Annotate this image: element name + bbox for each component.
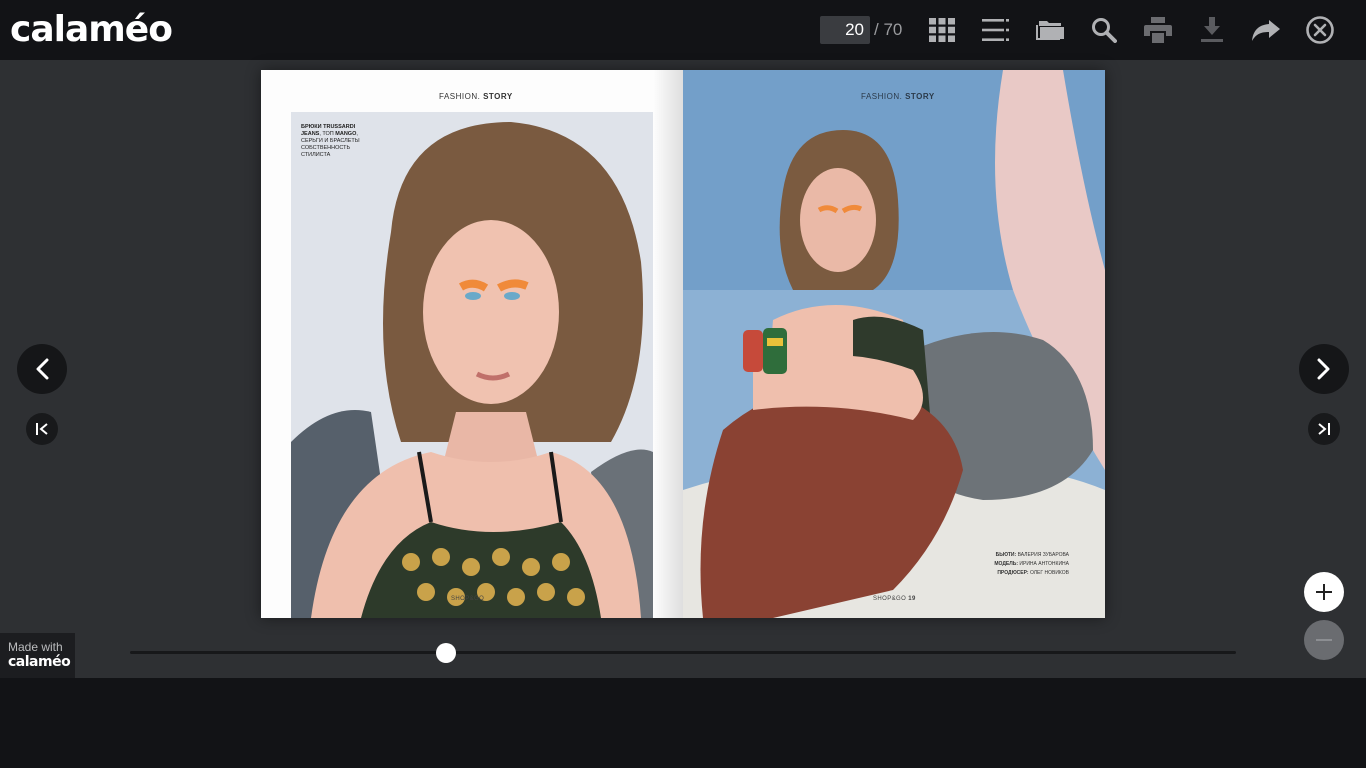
plus-icon bbox=[1316, 584, 1332, 600]
top-toolbar: calaméo / 70 bbox=[0, 0, 1366, 60]
right-page-credits: БЬЮТИ: ВАЛЕРИЯ ЗУБАРОВА МОДЕЛЬ: ИРИНА АН… bbox=[994, 551, 1069, 578]
list-icon bbox=[982, 19, 1009, 41]
left-page[interactable]: FASHION. STORY БРЮКИ TRUSSARDI JEANS, ТО… bbox=[261, 70, 683, 618]
close-icon bbox=[1306, 16, 1334, 44]
made-with-logo: calaméo bbox=[8, 654, 71, 670]
model-seated-image bbox=[683, 70, 1105, 618]
download-icon bbox=[1201, 17, 1223, 42]
close-viewer-button[interactable] bbox=[1302, 12, 1338, 48]
print-icon bbox=[1144, 17, 1172, 43]
credit-line: МОДЕЛЬ: ИРИНА АНТОНКИНА bbox=[994, 561, 1069, 567]
search-icon bbox=[1092, 18, 1117, 43]
credit-line: БЬЮТИ: ВАЛЕРИЯ ЗУБАРОВА bbox=[995, 552, 1069, 558]
minus-icon bbox=[1316, 639, 1332, 641]
chevron-left-icon bbox=[36, 358, 49, 380]
left-page-header: FASHION. STORY bbox=[439, 92, 513, 101]
library-button[interactable] bbox=[1032, 12, 1068, 48]
grid-icon bbox=[929, 18, 955, 42]
made-with-label: Made with bbox=[8, 640, 63, 654]
left-page-photo: БРЮКИ TRUSSARDI JEANS, ТОП MANGO, СЕРЬГИ… bbox=[291, 112, 653, 618]
right-page[interactable]: FASHION. STORY БЬЮТИ: ВАЛЕРИЯ ЗУБАРОВА М… bbox=[683, 70, 1105, 618]
folder-icon bbox=[1036, 21, 1064, 40]
calameo-logo[interactable]: calaméo bbox=[10, 8, 173, 52]
zoom-in-button[interactable] bbox=[1304, 572, 1344, 612]
left-page-credit: БРЮКИ TRUSSARDI JEANS, ТОП MANGO, СЕРЬГИ… bbox=[301, 124, 360, 158]
share-button[interactable] bbox=[1248, 12, 1284, 48]
share-icon bbox=[1252, 20, 1280, 41]
made-with-calameo-badge[interactable]: Made with calaméo bbox=[0, 633, 75, 678]
print-button[interactable] bbox=[1140, 12, 1176, 48]
right-page-footer: SHOP&GO 19 bbox=[873, 596, 916, 602]
right-page-photo bbox=[683, 70, 1105, 618]
last-page-button[interactable] bbox=[1308, 413, 1340, 445]
search-button[interactable] bbox=[1086, 12, 1122, 48]
page-number-input[interactable] bbox=[820, 16, 870, 44]
page-slider-track[interactable] bbox=[130, 651, 1236, 654]
first-page-icon bbox=[36, 423, 48, 435]
last-page-icon bbox=[1318, 423, 1330, 435]
zoom-out-button[interactable] bbox=[1304, 620, 1344, 660]
first-page-button[interactable] bbox=[26, 413, 58, 445]
left-page-footer: SHOP&GO bbox=[451, 596, 485, 602]
contents-button[interactable] bbox=[978, 12, 1014, 48]
credit-line: ПРОДЮСЕР: ОЛЕГ НОВИКОВ bbox=[997, 570, 1069, 576]
chevron-right-icon bbox=[1317, 358, 1330, 380]
next-page-button[interactable] bbox=[1299, 344, 1349, 394]
right-page-header: FASHION. STORY bbox=[861, 92, 935, 101]
grid-view-button[interactable] bbox=[924, 12, 960, 48]
previous-page-button[interactable] bbox=[17, 344, 67, 394]
page-total: / 70 bbox=[874, 20, 903, 39]
download-button[interactable] bbox=[1194, 12, 1230, 48]
model-portrait-image bbox=[291, 112, 653, 618]
